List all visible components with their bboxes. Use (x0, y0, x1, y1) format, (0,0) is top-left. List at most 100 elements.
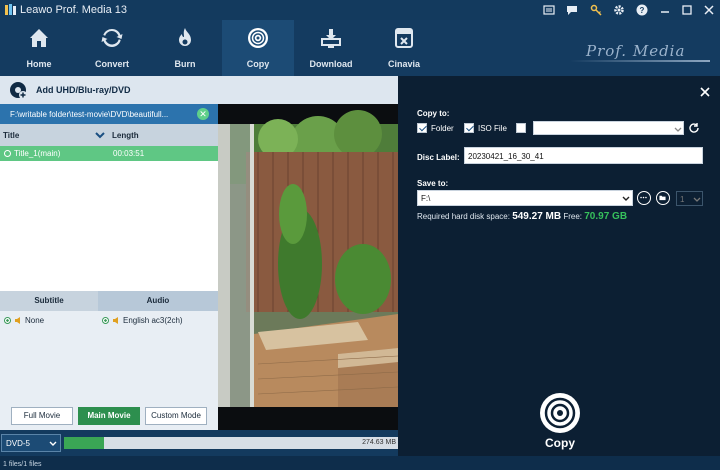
nav-label: Copy (246, 59, 270, 69)
chevron-down-icon (693, 197, 701, 202)
add-source-bar[interactable]: Add UHD/Blu-ray/DVD (0, 76, 398, 104)
required-space-value: 549.27 MB (512, 211, 562, 222)
disc-label-label: Disc Label: (417, 153, 460, 162)
full-movie-button[interactable]: Full Movie (11, 407, 73, 425)
nav-convert[interactable]: Convert (76, 20, 148, 76)
add-disc-icon (10, 82, 27, 99)
minimize-icon[interactable] (657, 2, 673, 18)
app-window: Leawo Prof. Media 13 ? Home Convert Burn… (0, 0, 720, 470)
register-icon[interactable] (541, 2, 557, 18)
nav-label: Cinavia (387, 59, 420, 69)
speaker-icon (15, 317, 20, 324)
feedback-icon[interactable] (564, 2, 580, 18)
add-source-label: Add UHD/Blu-ray/DVD (36, 85, 131, 95)
nav-label: Convert (94, 59, 129, 69)
home-icon (30, 29, 48, 47)
bottom-bar: DVD-5 274.63 MB (0, 430, 398, 456)
audio-header: Audio (98, 291, 218, 311)
disc-label-input[interactable]: 20230421_16_30_41 (464, 147, 703, 164)
column-title[interactable]: Title (3, 131, 19, 140)
close-source-icon[interactable]: ✕ (197, 108, 209, 120)
speaker-icon (113, 317, 118, 324)
disc-usage-bar: 274.63 MB (64, 437, 398, 449)
subtitle-header: Subtitle (0, 291, 98, 311)
copy-button[interactable]: Copy (532, 436, 588, 450)
disk-space-info: Required hard disk space: 549.27 MB Free… (417, 211, 627, 222)
iso-label: ISO File (478, 124, 507, 133)
source-path-bar: F:\writable folder\test-movie\DVD\beauti… (0, 104, 218, 124)
custom-mode-button[interactable]: Custom Mode (145, 407, 207, 425)
copy-disc-icon[interactable] (539, 392, 581, 434)
radio-icon[interactable] (4, 317, 11, 324)
subtitle-value: None (25, 316, 45, 325)
titles-list: Title_1(main) 00:03:51 (0, 146, 218, 291)
titles-header: Title Length (0, 124, 218, 146)
open-folder-button[interactable] (656, 191, 670, 205)
column-length[interactable]: Length (112, 131, 139, 140)
nav-download[interactable]: Download (295, 20, 367, 76)
title-name: Title_1(main) (14, 149, 61, 158)
files-count: 1 files/1 files (3, 461, 42, 468)
brand-logo: Prof. Media (560, 42, 710, 72)
nav-cinavia[interactable]: Cinavia (368, 20, 440, 76)
disc-type-value: DVD-5 (6, 439, 31, 448)
nav-home[interactable]: Home (3, 20, 75, 76)
radio-icon[interactable] (4, 150, 11, 157)
source-path: F:\writable folder\test-movie\DVD\beauti… (10, 110, 169, 119)
cinavia-icon (395, 28, 413, 48)
copy-disc-icon (248, 28, 268, 48)
disc-label-value: 20230421_16_30_41 (468, 152, 544, 161)
disc-type-select[interactable]: DVD-5 (1, 434, 61, 452)
copies-select[interactable]: 1 (676, 191, 703, 206)
copies-value: 1 (680, 195, 685, 204)
audio-value: English ac3(2ch) (123, 316, 183, 325)
save-to-value: F:\ (421, 194, 431, 203)
download-icon (321, 29, 341, 48)
preview-frame (218, 104, 398, 430)
burner-checkbox[interactable] (516, 123, 526, 133)
close-window-icon[interactable] (701, 2, 717, 18)
settings-gear-icon[interactable] (611, 2, 627, 18)
status-bar: 1 files/1 files (0, 456, 720, 470)
disc-usage-fill (64, 437, 105, 449)
main-movie-button[interactable]: Main Movie (78, 407, 140, 425)
refresh-icon[interactable] (688, 122, 700, 134)
svg-text:?: ? (640, 6, 645, 15)
copy-mode-bar: Full Movie Main Movie Custom Mode (0, 403, 218, 430)
table-row[interactable]: Title_1(main) 00:03:51 (0, 146, 218, 161)
save-to-select[interactable]: F:\ (417, 190, 633, 206)
nav-burn[interactable]: Burn (149, 20, 221, 76)
iso-checkbox[interactable] (464, 123, 474, 133)
video-preview[interactable] (218, 104, 398, 430)
app-logo-icon (5, 4, 16, 15)
nav-label: Burn (174, 59, 196, 69)
copy-to-label: Copy to: (417, 109, 450, 118)
title-bar: Leawo Prof. Media 13 ? (0, 0, 720, 20)
help-icon[interactable]: ? (634, 2, 650, 18)
nav-label: Download (309, 59, 353, 69)
burn-icon (179, 28, 191, 46)
close-icon[interactable] (698, 85, 712, 99)
chevron-down-icon (674, 127, 682, 132)
key-icon[interactable] (588, 2, 604, 18)
title-length: 00:03:51 (113, 149, 145, 158)
tracks-body: None English ac3(2ch) (0, 311, 218, 403)
required-space-label: Required hard disk space: (417, 212, 510, 221)
convert-icon (101, 28, 123, 48)
nav-label: Home (26, 59, 52, 69)
main-nav: Home Convert Burn Copy Download Cinavia … (0, 20, 720, 76)
radio-icon[interactable] (102, 317, 109, 324)
nav-copy[interactable]: Copy (222, 20, 294, 76)
chevron-down-icon[interactable] (95, 130, 105, 140)
folder-icon (659, 195, 666, 201)
window-title: Leawo Prof. Media 13 (20, 4, 128, 16)
copy-settings-panel: Copy to: Folder ISO File Disc Label: 202… (398, 76, 720, 456)
free-space-label: Free: (563, 212, 583, 221)
maximize-icon[interactable] (679, 2, 695, 18)
folder-checkbox[interactable] (417, 123, 427, 133)
save-to-label: Save to: (417, 179, 449, 188)
chevron-down-icon (622, 196, 630, 201)
more-icon (640, 196, 647, 199)
burner-select[interactable] (533, 121, 684, 135)
browse-button[interactable] (637, 191, 651, 205)
